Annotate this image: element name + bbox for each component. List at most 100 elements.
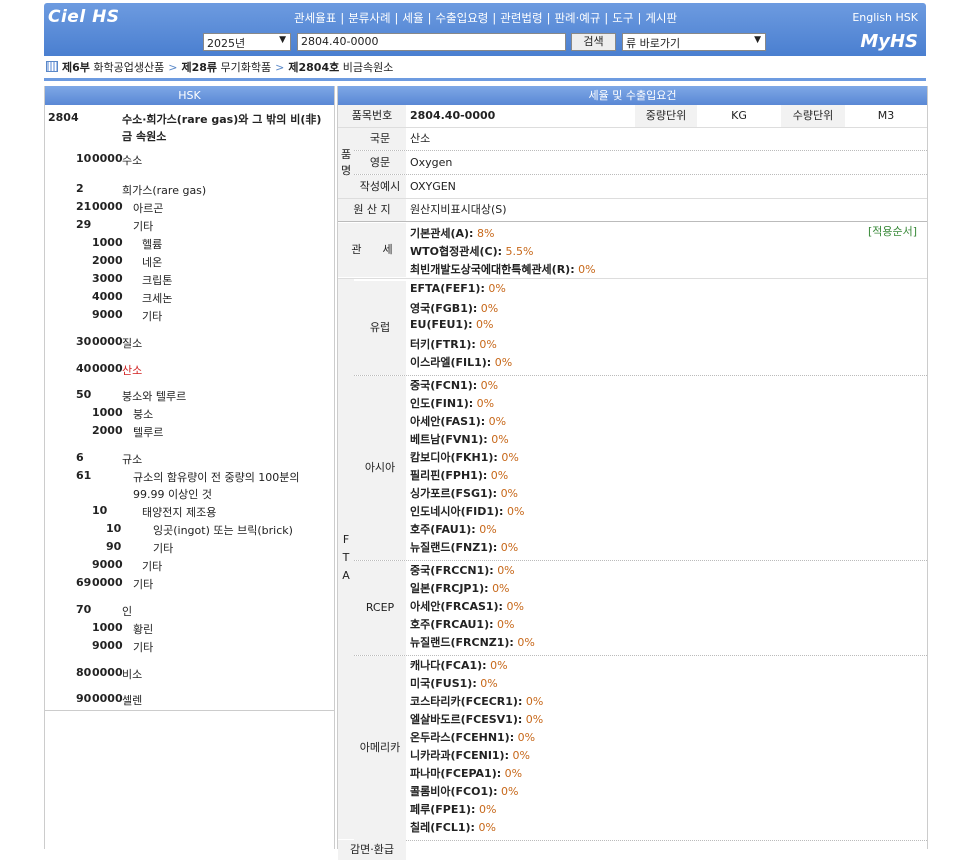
breadcrumb-part-name[interactable]: 화학공업생산품	[93, 61, 164, 74]
fta-rate-row: 페루(FPE1): 0%	[410, 801, 496, 817]
hsk-row-desc: 인	[122, 605, 133, 618]
nav-item[interactable]: 판례·예규	[554, 11, 600, 25]
nav-item[interactable]: 수출입요령	[435, 11, 488, 25]
breadcrumb-heading-name[interactable]: 비금속원소	[343, 61, 394, 74]
breadcrumb-part-code[interactable]: 제6부	[62, 61, 90, 74]
hsk-national-code: 10	[92, 504, 108, 517]
breadcrumb-chapter-code[interactable]: 제28류	[181, 61, 217, 74]
nav-item[interactable]: 도구	[612, 11, 633, 25]
hsk-subheading-code: 40	[76, 362, 92, 375]
label-tariff: 관 세	[338, 223, 406, 277]
ciel-hs-logo[interactable]: Ciel HS	[48, 7, 120, 27]
fta-agreement-name: 베트남(FVN1):	[410, 433, 488, 446]
hsk-row-desc: 99.99 이상인 것	[133, 488, 212, 501]
fta-rate: 0%	[488, 415, 507, 428]
fta-agreement-name: 터키(FTR1):	[410, 338, 476, 351]
divider	[354, 560, 927, 561]
breadcrumb-separator-icon: >	[275, 61, 285, 74]
fta-rate-row: 중국(FRCCN1): 0%	[410, 562, 515, 578]
fta-rate-row: 파나마(FCEPA1): 0%	[410, 765, 522, 781]
nav-item[interactable]: 게시판	[645, 11, 677, 25]
fta-agreement-name: 영국(FGB1):	[410, 302, 478, 315]
fta-agreement-name: 칠레(FCL1):	[410, 821, 475, 834]
fta-rate-row: 호주(FRCAU1): 0%	[410, 616, 514, 632]
nav-item[interactable]: 분류사례	[348, 11, 390, 25]
fta-agreement-name: 호주(FRCAU1):	[410, 618, 494, 631]
fta-rate: 0%	[492, 582, 510, 595]
name-kor-value: 산소	[410, 132, 431, 145]
tariff-panel: 세율 및 수출입요건 품목번호 2804.40-0000 중량단위 KG 수량단…	[337, 86, 928, 860]
nav-item[interactable]: 관세율표	[294, 11, 336, 25]
nav-separator: |	[546, 11, 551, 25]
year-select[interactable]: 2025년 ▼	[203, 33, 291, 51]
fta-agreement-name: 필리핀(FPH1):	[410, 469, 488, 482]
fta-rate-row: 인도네시아(FID1): 0%	[410, 503, 524, 519]
breadcrumb-heading-code[interactable]: 제2804호	[288, 61, 339, 74]
hsk-national-code: 1000	[92, 236, 123, 249]
hsk-national-code: 2000	[92, 424, 123, 437]
tariff-rate: 8%	[476, 227, 495, 240]
fta-agreement-name: EU(FEU1):	[410, 318, 473, 331]
hsk-panel: HSK 2804 수소·희가스(rare gas)와 그 밖의 비(非)금 속원…	[44, 86, 335, 849]
chevron-down-icon: ▼	[754, 35, 761, 45]
fta-region-label: RCEP	[354, 561, 406, 655]
year-select-value: 2025년	[207, 37, 246, 50]
fta-agreement-name: 엘살바도르(FCESV1):	[410, 713, 523, 726]
fta-rate: 0%	[501, 785, 519, 798]
hsk-row-desc: 황린	[133, 623, 154, 636]
breadcrumb-chapter-name[interactable]: 무기화학품	[221, 61, 272, 74]
divider	[354, 655, 927, 656]
hsk-row-desc: 크세논	[142, 292, 173, 305]
label-example: 작성예시	[354, 175, 406, 198]
hs-code-input[interactable]: 2804.40-0000	[297, 33, 566, 51]
hsk-row-desc: 비소	[122, 668, 143, 681]
fta-agreement-name: 파나마(FCEPA1):	[410, 767, 502, 780]
fta-rate-row: 아세안(FRCAS1): 0%	[410, 598, 524, 614]
fta-rate-row: 코스타리카(FCECR1): 0%	[410, 693, 543, 709]
myhs-link[interactable]: MyHS	[860, 31, 918, 52]
fta-rate-row: 호주(FAU1): 0%	[410, 521, 497, 537]
fta-agreement-name: 싱가포르(FSG1):	[410, 487, 498, 500]
nav-item[interactable]: 관련법령	[500, 11, 542, 25]
hsk-national-code: 0000	[92, 362, 123, 375]
hsk-subheading-code: 61	[76, 469, 92, 482]
hsk-row-desc: 네온	[142, 256, 163, 269]
hsk-row-desc: 산소	[122, 364, 143, 377]
hsk-subheading-code: 50	[76, 388, 92, 401]
fta-agreement-name: 인도(FIN1):	[410, 397, 474, 410]
search-button[interactable]: 검색	[571, 33, 616, 51]
fta-rate: 0%	[500, 541, 519, 554]
fta-rate-row: 필리핀(FPH1): 0%	[410, 467, 508, 483]
grid-icon	[46, 61, 58, 72]
fta-rate: 0%	[504, 767, 523, 780]
label-name-kor: 국문	[354, 128, 406, 150]
label-product-name: 품 명	[338, 128, 354, 198]
label-code: 품목번호	[338, 105, 406, 127]
fta-agreement-name: 온두라스(FCEHN1):	[410, 731, 515, 744]
hsk-row-desc: 기타	[153, 542, 174, 555]
hsk-national-code: 0000	[92, 576, 123, 589]
hsk-row-desc: 질소	[122, 337, 143, 350]
hsk-national-code: 1000	[92, 621, 123, 634]
fta-agreement-name: 뉴질랜드(FNZ1):	[410, 541, 498, 554]
nav-separator: |	[394, 11, 399, 25]
nav-item[interactable]: 세율	[402, 11, 423, 25]
hsk-national-code: 0000	[92, 692, 123, 705]
fta-rate-row: 터키(FTR1): 0%	[410, 336, 497, 352]
apply-order-link[interactable]: [적용순서]	[868, 223, 917, 239]
fta-rate-row: 이스라엘(FIL1): 0%	[410, 354, 512, 370]
breadcrumb-separator-icon: >	[168, 61, 178, 74]
hsk-row-desc: 잉곳(ingot) 또는 브릭(brick)	[153, 524, 293, 537]
tariff-rate: 5.5%	[505, 245, 534, 258]
fta-agreement-name: 캄보디아(FKH1):	[410, 451, 498, 464]
english-hsk-link[interactable]: English HSK	[852, 11, 918, 24]
fta-rate: 0%	[479, 523, 497, 536]
fta-rate: 0%	[488, 282, 506, 295]
fta-region-label: 아메리카	[354, 656, 406, 840]
hsk-subheading-code: 29	[76, 218, 92, 231]
hsk-national-code: 1000	[92, 406, 123, 419]
chapter-jump-select[interactable]: 류 바로가기 ▼	[622, 33, 766, 51]
fta-rate: 0%	[497, 564, 515, 577]
hsk-row-desc: 아르곤	[133, 202, 164, 215]
origin-value: 원산지비표시대상(S)	[410, 203, 507, 216]
